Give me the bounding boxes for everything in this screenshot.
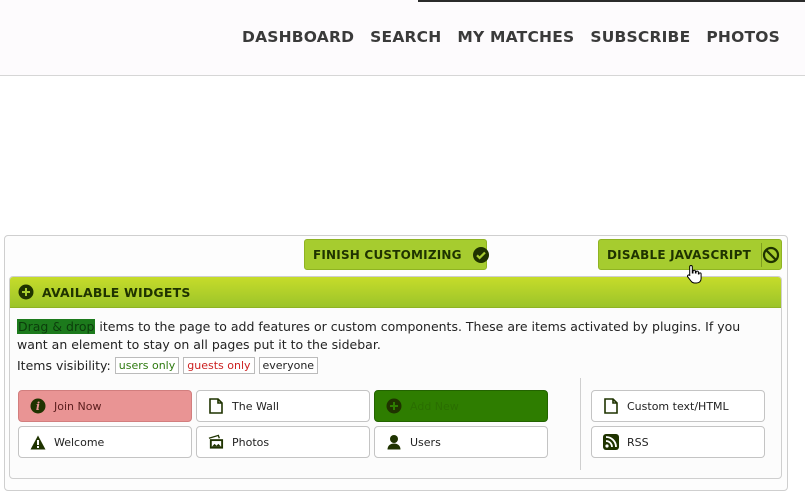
nav-dashboard[interactable]: DASHBOARD [242,28,354,46]
rss-icon [603,434,619,450]
items-visibility: Items visibility: users only guests only… [17,357,322,374]
widget-join-now[interactable]: i Join Now [18,390,192,422]
widget-custom-text-html[interactable]: Custom text/HTML [591,390,765,422]
plus-circle-icon [18,284,34,300]
widget-label: The Wall [232,399,279,413]
widget-welcome[interactable]: Welcome [18,426,192,458]
user-icon [386,434,402,450]
widget-label: Add New [410,399,459,413]
visibility-label: Items visibility: [17,358,111,373]
svg-text:i: i [36,400,40,413]
photos-icon [208,434,224,450]
finish-customizing-button[interactable]: FINISH CUSTOMIZING [304,239,490,270]
description-text: items to the page to add features or cus… [17,319,741,352]
main-nav: DASHBOARD SEARCH MY MATCHES SUBSCRIBE PH… [242,28,796,46]
check-circle-icon [472,240,490,270]
prohibited-icon [762,240,781,270]
nav-subscribe[interactable]: SUBSCRIBE [590,28,690,46]
nav-search[interactable]: SEARCH [370,28,441,46]
hand-cursor-icon [686,264,702,288]
widget-label: Users [410,435,441,449]
widget-label: Photos [232,435,270,449]
plus-circle-icon [386,398,402,414]
widget-label: Join Now [54,399,102,413]
document-icon [603,398,619,414]
widget-rss[interactable]: RSS [591,426,765,458]
site-header: DASHBOARD SEARCH MY MATCHES SUBSCRIBE PH… [0,0,805,76]
available-widgets-header[interactable]: AVAILABLE WIDGETS [10,277,781,308]
document-icon [208,398,224,414]
disable-javascript-label: DISABLE JAVASCRIPT [607,247,751,262]
nav-my-matches[interactable]: MY MATCHES [457,28,574,46]
widgets-divider [580,378,581,470]
warning-icon [30,434,46,450]
drag-drop-highlight: Drag & drop [17,319,96,334]
nav-photos[interactable]: PHOTOS [706,28,780,46]
widget-photos[interactable]: Photos [196,426,370,458]
widget-label: Welcome [54,435,105,449]
widget-add-new[interactable]: Add New [374,390,548,422]
top-strip [418,0,805,2]
finish-customizing-label: FINISH CUSTOMIZING [313,247,462,262]
widget-label: RSS [627,435,649,449]
widget-users[interactable]: Users [374,426,548,458]
info-icon: i [30,398,46,414]
widget-label: Custom text/HTML [627,399,729,413]
visibility-guests-only[interactable]: guests only [183,357,255,374]
widget-the-wall[interactable]: The Wall [196,390,370,422]
available-widgets-title: AVAILABLE WIDGETS [42,284,191,300]
visibility-users-only[interactable]: users only [114,357,180,374]
visibility-everyone[interactable]: everyone [258,357,319,374]
widgets-description: Drag & drop items to the page to add fea… [17,318,747,354]
